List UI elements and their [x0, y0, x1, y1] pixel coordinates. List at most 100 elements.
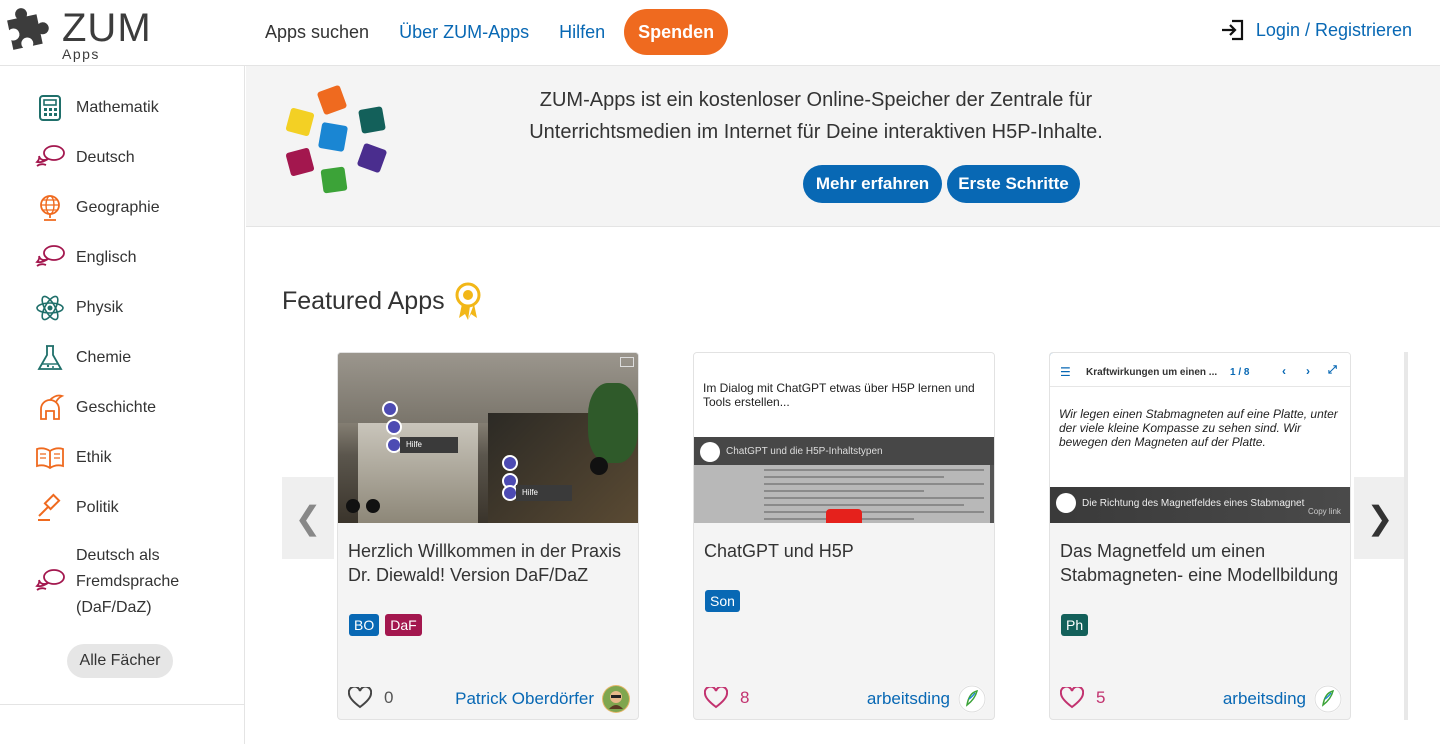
- sidebar-item-label: Deutsch als Fremdsprache (DaF/DaZ): [76, 547, 180, 616]
- app-thumbnail: Hilfe Hilfe: [338, 353, 638, 523]
- subject-sidebar: Mathematik Deutsch Geographie Englisch P…: [0, 66, 245, 744]
- prev-page-icon[interactable]: ‹: [1282, 364, 1286, 378]
- like-count: 8: [740, 688, 750, 707]
- sidebar-item-physik[interactable]: Physik: [34, 292, 123, 324]
- thumbnail-text: Im Dialog mit ChatGPT etwas über H5P ler…: [703, 381, 975, 409]
- first-steps-button[interactable]: Erste Schritte: [947, 165, 1080, 203]
- hotspot-icon: [502, 455, 518, 471]
- award-ribbon-icon: [455, 282, 481, 320]
- fullscreen-icon: [366, 499, 380, 513]
- like-counter[interactable]: 8: [704, 687, 749, 709]
- nav-apps-suchen[interactable]: Apps suchen: [250, 9, 384, 55]
- sidebar-item-label: Chemie: [76, 349, 132, 366]
- sidebar-item-chemie[interactable]: Chemie: [34, 342, 131, 374]
- channel-logo-icon: [1056, 493, 1076, 513]
- sidebar-item-geschichte[interactable]: Geschichte: [34, 392, 156, 424]
- subject-tag[interactable]: Ph: [1061, 614, 1089, 636]
- next-page-icon[interactable]: ›: [1306, 364, 1310, 378]
- heart-icon: [704, 687, 728, 709]
- speech-bubble-icon: [34, 142, 66, 174]
- learn-more-button[interactable]: Mehr erfahren: [803, 165, 942, 203]
- sidebar-item-label: Politik: [76, 499, 119, 516]
- like-count: 5: [1096, 688, 1106, 707]
- carousel-prev-button[interactable]: ❮: [282, 477, 334, 559]
- video-embed: ChatGPT und die H5P-Inhaltstypen: [694, 437, 994, 523]
- calculator-icon: [34, 92, 66, 124]
- app-title[interactable]: Herzlich Willkommen in der Praxis Dr. Di…: [348, 539, 632, 587]
- donate-button[interactable]: Spenden: [624, 9, 729, 55]
- like-counter[interactable]: 5: [1060, 687, 1105, 709]
- sidebar-item-politik[interactable]: Politik: [34, 492, 119, 524]
- video-title: Die Richtung des Magnetfeldes eines Stab…: [1082, 498, 1305, 509]
- login-label: Login / Registrieren: [1255, 19, 1412, 40]
- zum-logo[interactable]: ZUM Apps: [4, 4, 164, 62]
- carousel-next-button[interactable]: ❯: [1354, 477, 1406, 559]
- app-card[interactable]: ☰ Kraftwirkungen um einen ... 1 / 8 ‹ › …: [1049, 352, 1351, 720]
- logo-text: ZUM: [62, 6, 152, 50]
- sidebar-item-label: Geographie: [76, 199, 160, 216]
- sidebar-item-ethik[interactable]: Ethik: [34, 442, 112, 474]
- author-name: arbeitsding: [866, 689, 950, 708]
- subject-tag[interactable]: DaF: [385, 614, 422, 636]
- puzzle-logo-icon: [7, 8, 49, 50]
- sidebar-item-daf-daz[interactable]: Deutsch als Fremdsprache (DaF/DaZ): [34, 543, 196, 621]
- sidebar-item-deutsch[interactable]: Deutsch: [34, 142, 135, 174]
- hotspot-icon: [382, 401, 398, 417]
- app-title[interactable]: ChatGPT und H5P: [704, 539, 988, 563]
- copy-link-label[interactable]: Copy link: [1308, 507, 1341, 516]
- flask-icon: [34, 342, 66, 374]
- audio-icon: [346, 499, 360, 513]
- app-card[interactable]: Im Dialog mit ChatGPT etwas über H5P ler…: [693, 352, 995, 720]
- author-name: Patrick Oberdörfer: [455, 689, 594, 708]
- sidebar-item-label: Geschichte: [76, 399, 157, 416]
- subject-tag[interactable]: BO: [349, 614, 380, 636]
- app-card[interactable]: Hilfe Hilfe Herzlich Willkommen in der P…: [337, 352, 639, 720]
- sidebar-item-mathematik[interactable]: Mathematik: [34, 92, 159, 124]
- sidebar-item-label: Deutsch: [76, 149, 135, 166]
- logo-subtitle: Apps: [62, 46, 100, 62]
- subject-tag[interactable]: Son: [705, 590, 740, 612]
- sidebar-item-englisch[interactable]: Englisch: [34, 242, 136, 274]
- hotspot-label: Hilfe: [516, 485, 572, 501]
- like-count: 0: [384, 688, 394, 707]
- author-link[interactable]: arbeitsding: [867, 685, 986, 713]
- heart-icon: [1060, 687, 1084, 709]
- nav-ueber-zum-apps[interactable]: Über ZUM-Apps: [384, 9, 544, 55]
- author-name: arbeitsding: [1222, 689, 1306, 708]
- channel-logo-icon: [700, 442, 720, 462]
- app-title[interactable]: Das Magnetfeld um einen Stabmagneten- ei…: [1060, 539, 1344, 587]
- menu-icon[interactable]: ☰: [1060, 365, 1071, 379]
- subject-tags: Ph: [1061, 614, 1089, 636]
- author-link[interactable]: arbeitsding: [1223, 685, 1342, 713]
- sidebar-item-label: Physik: [76, 299, 124, 316]
- interactive-book-header: ☰ Kraftwirkungen um einen ... 1 / 8 ‹ › …: [1050, 353, 1350, 387]
- login-link[interactable]: Login / Registrieren: [1220, 18, 1412, 42]
- navigation-arrow-icon: [590, 457, 608, 475]
- banner-description: ZUM-Apps ist ein kostenloser Online-Spei…: [529, 89, 1103, 143]
- fullscreen-icon[interactable]: ⤢: [1328, 364, 1337, 377]
- sidebar-item-geographie[interactable]: Geographie: [34, 192, 160, 224]
- next-card-edge: [1404, 352, 1408, 720]
- avatar: [1314, 685, 1342, 713]
- heart-icon: [348, 687, 372, 709]
- nav-hilfen[interactable]: Hilfen: [544, 9, 620, 55]
- sidebar-item-label: Ethik: [76, 449, 112, 466]
- video-embed: Die Richtung des Magnetfeldes eines Stab…: [1050, 487, 1350, 523]
- helmet-icon: [34, 392, 66, 424]
- globe-icon: [34, 192, 66, 224]
- login-icon: [1221, 19, 1244, 41]
- all-subjects-button[interactable]: Alle Fächer: [67, 644, 173, 678]
- main-nav: Apps suchen Über ZUM-Apps Hilfen Spenden: [250, 9, 729, 55]
- author-link[interactable]: Patrick Oberdörfer: [455, 685, 630, 713]
- puzzle-pieces-illustration: [285, 85, 387, 194]
- video-title-bar: ChatGPT und die H5P-Inhaltstypen: [694, 437, 994, 465]
- app-thumbnail: Im Dialog mit ChatGPT etwas über H5P ler…: [694, 353, 994, 523]
- thumbnail-text: Wir legen einen Stabmagneten auf eine Pl…: [1059, 407, 1338, 449]
- chapter-title: Kraftwirkungen um einen ...: [1086, 367, 1218, 378]
- featured-apps-heading: Featured Apps: [282, 287, 445, 315]
- like-counter[interactable]: 0: [348, 687, 393, 709]
- video-title: ChatGPT und die H5P-Inhaltstypen: [726, 445, 883, 457]
- play-button-icon[interactable]: [826, 509, 862, 523]
- intro-banner: ZUM-Apps ist ein kostenloser Online-Spei…: [246, 66, 1440, 227]
- hotspot-label: Hilfe: [400, 437, 458, 453]
